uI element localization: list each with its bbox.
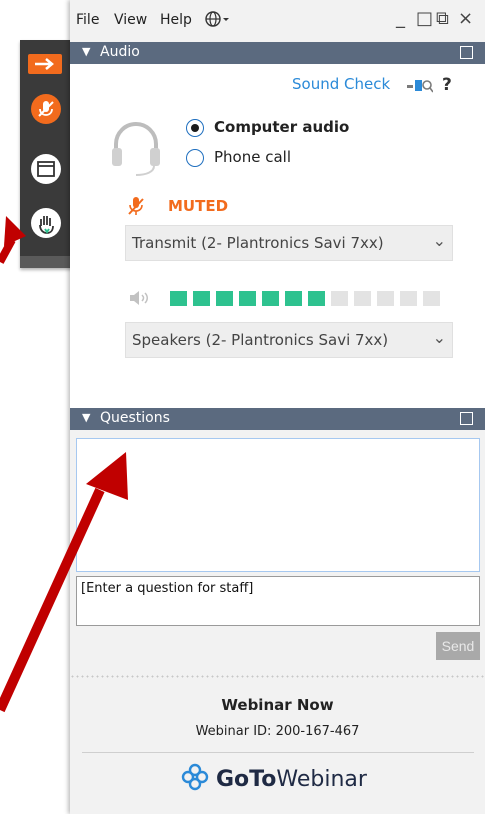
gotowebinar-flower-icon: [180, 762, 210, 796]
globe-language-icon[interactable]: [204, 10, 232, 32]
arrow-right-icon[interactable]: [28, 54, 62, 74]
gotowebinar-panel: File View Help _ □ ⧉ × ▼ Audio Sound Che…: [70, 0, 485, 814]
computer-audio-label[interactable]: Computer audio: [214, 118, 349, 136]
level-segment: [262, 291, 279, 306]
level-segment: [216, 291, 233, 306]
control-panel-strip: [20, 40, 76, 268]
question-input[interactable]: [Enter a question for staff]: [76, 576, 480, 626]
question-input-placeholder: [Enter a question for staff]: [81, 581, 254, 596]
transmit-device-value: Transmit (2- Plantronics Savi 7xx): [132, 234, 384, 252]
popout-icon[interactable]: [460, 46, 473, 59]
transmit-device-select[interactable]: Transmit (2- Plantronics Savi 7xx) ⌄: [125, 225, 453, 261]
mic-muted-small-icon[interactable]: [127, 195, 145, 221]
menu-bar: File View Help _ □ ⧉ ×: [70, 0, 485, 42]
gotowebinar-logo: GoTo Webinar: [180, 762, 367, 796]
level-segment: [239, 291, 256, 306]
send-button[interactable]: Send: [436, 632, 480, 660]
brand-goto: GoTo: [216, 766, 277, 792]
level-segment: [377, 291, 394, 306]
mic-muted-icon[interactable]: [31, 94, 61, 124]
level-segment: [400, 291, 417, 306]
audio-section-header[interactable]: ▼ Audio: [70, 42, 485, 64]
questions-section-header[interactable]: ▼ Questions: [70, 408, 485, 430]
questions-log[interactable]: [76, 438, 480, 572]
popout-icon[interactable]: [460, 412, 473, 425]
brand-webinar: Webinar: [276, 766, 367, 792]
strip-grip[interactable]: [20, 256, 72, 268]
menu-help[interactable]: Help: [160, 12, 192, 28]
speaker-volume-icon: [128, 290, 152, 310]
level-segment: [331, 291, 348, 306]
restore-button[interactable]: ⧉: [436, 8, 449, 29]
collapse-triangle-icon[interactable]: ▼: [82, 411, 90, 424]
maximize-button[interactable]: □: [416, 8, 433, 29]
menu-view[interactable]: View: [114, 12, 147, 28]
headset-icon: [110, 116, 162, 182]
level-segment: [193, 291, 210, 306]
collapse-triangle-icon[interactable]: ▼: [82, 45, 90, 58]
raise-hand-icon[interactable]: [31, 208, 61, 238]
sound-check-link[interactable]: Sound Check: [292, 75, 390, 93]
questions-section-title: Questions: [100, 410, 170, 426]
audio-section-title: Audio: [100, 44, 140, 60]
footer: Webinar Now Webinar ID: 200-167-467 GoTo…: [70, 680, 485, 814]
screen-icon[interactable]: [31, 154, 61, 184]
chevron-down-icon: ⌄: [432, 231, 446, 250]
speaker-device-value: Speakers (2- Plantronics Savi 7xx): [132, 331, 389, 349]
speaker-level-meter: [170, 291, 440, 306]
footer-divider: [82, 752, 474, 753]
audio-settings-icon[interactable]: [407, 78, 434, 98]
speaker-device-select[interactable]: Speakers (2- Plantronics Savi 7xx) ⌄: [125, 322, 453, 358]
webinar-id: Webinar ID: 200-167-467: [195, 724, 360, 739]
level-segment: [354, 291, 371, 306]
phone-call-radio[interactable]: [186, 149, 204, 167]
level-segment: [308, 291, 325, 306]
audio-pane: Sound Check ? Computer audio Phone call …: [70, 64, 485, 408]
computer-audio-radio[interactable]: [186, 119, 204, 137]
minimize-button[interactable]: _: [396, 8, 405, 29]
help-question-mark[interactable]: ?: [442, 75, 452, 95]
menu-file[interactable]: File: [76, 12, 99, 28]
webinar-title: Webinar Now: [221, 696, 334, 714]
close-button[interactable]: ×: [458, 8, 473, 29]
level-segment: [285, 291, 302, 306]
phone-call-label[interactable]: Phone call: [214, 148, 291, 166]
muted-label: MUTED: [168, 197, 229, 215]
level-segment: [170, 291, 187, 306]
chevron-down-icon: ⌄: [432, 328, 446, 347]
level-segment: [423, 291, 440, 306]
